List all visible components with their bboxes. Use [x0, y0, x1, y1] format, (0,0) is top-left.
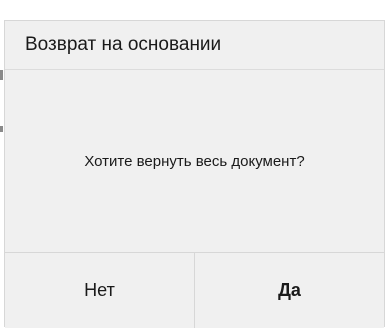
no-button[interactable]: Нет: [5, 253, 195, 328]
dialog-message: Хотите вернуть весь документ?: [84, 152, 305, 170]
yes-button-label: Да: [278, 280, 301, 300]
background-window-edge: [0, 70, 3, 80]
background-window-edge: [0, 126, 3, 132]
dialog-button-row: Нет Да: [5, 252, 384, 328]
dialog-title: Возврат на основании: [25, 34, 222, 55]
dialog-body: Хотите вернуть весь документ?: [5, 70, 384, 252]
yes-button[interactable]: Да: [195, 253, 384, 328]
no-button-label: Нет: [84, 280, 115, 300]
confirm-dialog: Возврат на основании Хотите вернуть весь…: [4, 20, 385, 328]
